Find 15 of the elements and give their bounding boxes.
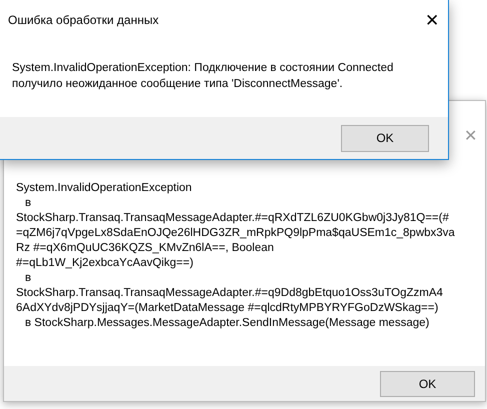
window-title: Ошибка обработки данных (8, 12, 159, 29)
stack-trace-line: в StockSharp.Messages.MessageAdapter.SendInMessage(Message message) (24, 316, 430, 331)
stack-trace-line: StockSharp.Transaq.TransaqMessageAdapter.#=q9Dd8gbEtquo1Oss3uTOgZzmA4 (16, 286, 444, 301)
stack-trace-line: в (24, 196, 32, 211)
ok-button[interactable]: OK (380, 370, 475, 396)
stack-trace-line: Rz #=qX6mQuUC36KQZS_KMvZn6lA==, Boolean (16, 241, 275, 256)
stack-trace-line: в (24, 271, 32, 286)
stack-trace-line: 6AdXYdv8jPDYsjjaqY=(MarketDataMessage #=qlcdRtyMPBYRYFGoDzWSkag==) (16, 301, 440, 316)
stack-trace-line: #=qLb1W_Kj2exbcaYcAavQikg==) (16, 256, 194, 271)
stack-trace-line: =qZM6j7qVpgeLx8SdaEnOJQe26lHDG3ZR_mRpkPQ9lpPma$qaUSEm1c_8pwbx3va (16, 226, 456, 241)
ok-button[interactable]: OK (341, 124, 429, 152)
close-icon[interactable]: ✕ (425, 12, 439, 28)
stack-trace-line: StockSharp.Transaq.TransaqMessageAdapter.#=qRXdTZL6ZU0KGbw0j3Jy81Q==(# (16, 211, 450, 226)
error-message: System.InvalidOperationException: Подключение в состоянии Connected получило неожиданное сообщение типа 'DisconnectMessage'. (12, 61, 394, 92)
stack-trace-line: System.InvalidOperationException (16, 181, 193, 196)
